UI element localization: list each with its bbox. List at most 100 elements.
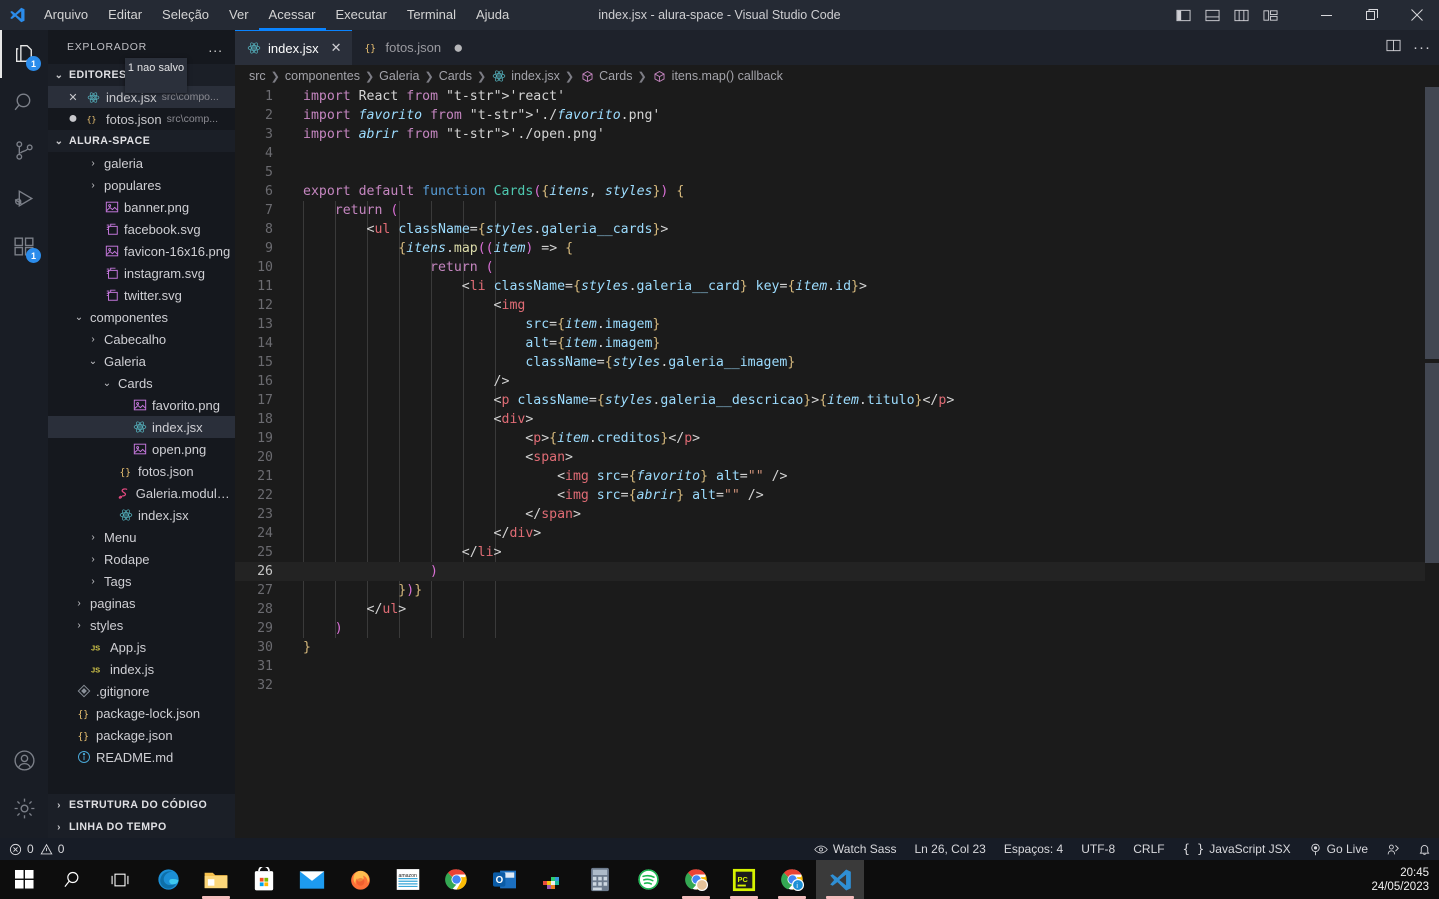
taskbar-clock[interactable]: 20:45 24/05/2023: [1371, 860, 1429, 899]
tree-item-twitter-svg[interactable]: twitter.svg: [48, 284, 235, 306]
explorer-more-actions-icon[interactable]: ...: [208, 40, 223, 54]
code-line[interactable]: 13 src={item.imagem}: [235, 315, 1439, 334]
start-button-icon[interactable]: [0, 860, 48, 899]
chrome-beta-icon[interactable]: i: [768, 860, 816, 899]
tab-index-jsx[interactable]: index.jsx ✕: [235, 30, 353, 65]
status-warnings[interactable]: 0: [40, 842, 64, 856]
status-watch-sass[interactable]: Watch Sass: [814, 842, 896, 856]
tetris-icon[interactable]: [528, 860, 576, 899]
section-linha-do-tempo[interactable]: › LINHA DO TEMPO: [48, 816, 235, 838]
calculator-icon[interactable]: [576, 860, 624, 899]
amazon-icon[interactable]: amazon: [384, 860, 432, 899]
tree-item-cards[interactable]: ⌄ Cards: [48, 372, 235, 394]
tree-item-galeria[interactable]: ⌄ Galeria: [48, 350, 235, 372]
code-line[interactable]: 5: [235, 163, 1439, 182]
search-icon[interactable]: [0, 78, 48, 126]
open-editor-fotos-json[interactable]: ● {} fotos.json src\comp...: [48, 108, 235, 130]
tree-item-instagram-svg[interactable]: instagram.svg: [48, 262, 235, 284]
code-line[interactable]: 16 />: [235, 372, 1439, 391]
extensions-icon[interactable]: 1: [0, 222, 48, 270]
code-line[interactable]: 12 <img: [235, 296, 1439, 315]
menu-editar[interactable]: Editar: [98, 0, 152, 30]
code-line[interactable]: 31: [235, 657, 1439, 676]
tree-item-menu[interactable]: › Menu: [48, 526, 235, 548]
code-line[interactable]: 9 {itens.map((item) => {: [235, 239, 1439, 258]
tree-item-index-jsx[interactable]: index.jsx: [48, 504, 235, 526]
file-explorer-icon[interactable]: [192, 860, 240, 899]
google-chrome-icon[interactable]: [432, 860, 480, 899]
menu-executar[interactable]: Executar: [326, 0, 397, 30]
outlook-icon[interactable]: O: [480, 860, 528, 899]
code-line[interactable]: 17 <p className={styles.galeria__descric…: [235, 391, 1439, 410]
menu-ajuda[interactable]: Ajuda: [466, 0, 519, 30]
task-view-icon[interactable]: [96, 860, 144, 899]
code-line[interactable]: 14 alt={item.imagem}: [235, 334, 1439, 353]
dirty-indicator-icon[interactable]: ●: [453, 39, 463, 56]
code-line[interactable]: 10 return (: [235, 258, 1439, 277]
mail-icon[interactable]: [288, 860, 336, 899]
tree-item-cabecalho[interactable]: › Cabecalho: [48, 328, 235, 350]
more-actions-icon[interactable]: ···: [1413, 40, 1431, 55]
breadcrumb-item[interactable]: itens.map() callback: [652, 68, 783, 84]
code-line[interactable]: 3 import abrir from "t-str">'./open.png': [235, 125, 1439, 144]
menu-ver[interactable]: Ver: [219, 0, 259, 30]
code-line[interactable]: 19 <p>{item.creditos}</p>: [235, 429, 1439, 448]
window-close-button[interactable]: [1394, 0, 1439, 30]
editor-scrollbar[interactable]: [1425, 87, 1439, 838]
visual-studio-code-icon[interactable]: [816, 860, 864, 899]
code-line[interactable]: 21 <img src={favorito} alt="" />: [235, 467, 1439, 486]
code-line[interactable]: 11 <li className={styles.galeria__card} …: [235, 277, 1439, 296]
remote-window-icon[interactable]: [1386, 843, 1400, 856]
tree-item-package-lock-json[interactable]: {} package-lock.json: [48, 702, 235, 724]
microsoft-store-icon[interactable]: [240, 860, 288, 899]
tree-item-readme-md[interactable]: README.md: [48, 746, 235, 768]
notifications-bell-icon[interactable]: [1418, 843, 1431, 856]
settings-gear-icon[interactable]: [0, 784, 48, 832]
tree-item-index-jsx[interactable]: index.jsx: [48, 416, 235, 438]
run-and-debug-icon[interactable]: [0, 174, 48, 222]
code-line[interactable]: 28 </ul>: [235, 600, 1439, 619]
menu-selecao[interactable]: Seleção: [152, 0, 219, 30]
breadcrumb-item[interactable]: Galeria: [379, 69, 419, 83]
source-control-icon[interactable]: [0, 126, 48, 174]
split-editor-icon[interactable]: [1386, 38, 1401, 58]
tree-item-paginas[interactable]: › paginas: [48, 592, 235, 614]
code-line[interactable]: 24 </div>: [235, 524, 1439, 543]
status-cursor-position[interactable]: Ln 26, Col 23: [914, 842, 985, 856]
breadcrumb-item[interactable]: Cards: [579, 68, 632, 84]
spotify-icon[interactable]: [624, 860, 672, 899]
code-line[interactable]: 23 </span>: [235, 505, 1439, 524]
breadcrumb[interactable]: src ❯ componentes ❯ Galeria ❯ Cards ❯ index.jsx ❯…: [235, 65, 1439, 87]
tree-item-styles[interactable]: › styles: [48, 614, 235, 636]
status-encoding[interactable]: UTF-8: [1081, 842, 1115, 856]
customize-layout-icon[interactable]: [1263, 8, 1278, 23]
code-line[interactable]: 4: [235, 144, 1439, 163]
code-line[interactable]: 22 <img src={abrir} alt="" />: [235, 486, 1439, 505]
code-editor[interactable]: 1 import React from "t-str">'react' 2 impor…: [235, 87, 1439, 838]
tree-item-galeria[interactable]: › galeria: [48, 152, 235, 174]
code-line[interactable]: 7 return (: [235, 201, 1439, 220]
code-line[interactable]: 15 className={styles.galeria__imagem}: [235, 353, 1439, 372]
chrome-profile-icon[interactable]: [672, 860, 720, 899]
code-line[interactable]: 1 import React from "t-str">'react': [235, 87, 1439, 106]
code-line[interactable]: 25 </li>: [235, 543, 1439, 562]
code-line[interactable]: 29 ): [235, 619, 1439, 638]
tree-item-facebook-svg[interactable]: facebook.svg: [48, 218, 235, 240]
status-eol[interactable]: CRLF: [1133, 842, 1164, 856]
tree-item-favorito-png[interactable]: favorito.png: [48, 394, 235, 416]
pycharm-icon[interactable]: PC: [720, 860, 768, 899]
tree-item-app-js[interactable]: JS App.js: [48, 636, 235, 658]
close-icon[interactable]: ✕: [331, 40, 342, 56]
status-go-live[interactable]: Go Live: [1309, 842, 1368, 856]
tree-item-tags[interactable]: › Tags: [48, 570, 235, 592]
window-minimize-button[interactable]: [1304, 0, 1349, 30]
tree-item-componentes[interactable]: ⌄ componentes: [48, 306, 235, 328]
code-line[interactable]: 6 export default function Cards({itens, s…: [235, 182, 1439, 201]
code-line[interactable]: 2 import favorito from "t-str">'./favorit…: [235, 106, 1439, 125]
microsoft-edge-icon[interactable]: [144, 860, 192, 899]
tree-item-gitignore[interactable]: .gitignore: [48, 680, 235, 702]
status-indentation[interactable]: Espaços: 4: [1004, 842, 1063, 856]
code-line[interactable]: 20 <span>: [235, 448, 1439, 467]
code-line[interactable]: 18 <div>: [235, 410, 1439, 429]
code-line[interactable]: 32: [235, 676, 1439, 695]
